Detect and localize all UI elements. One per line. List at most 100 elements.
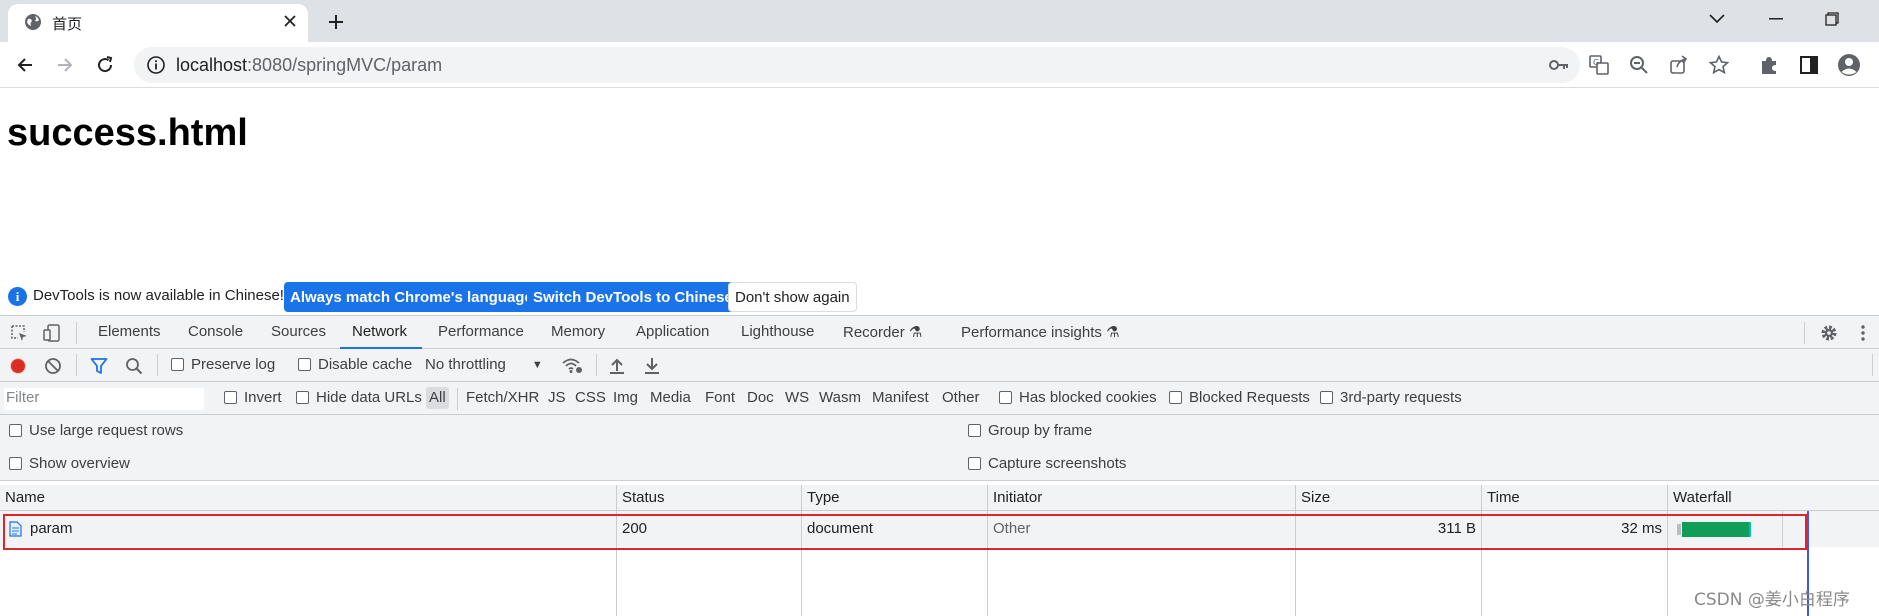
bookmark-star-icon[interactable] (1708, 54, 1730, 76)
extensions-puzzle-icon[interactable] (1757, 53, 1781, 77)
import-har-upload-icon[interactable] (606, 355, 628, 377)
type-filter-js[interactable]: JS (548, 389, 566, 406)
network-conditions-wifi-icon[interactable] (561, 354, 583, 376)
type-filter-manifest[interactable]: Manifest (872, 389, 929, 406)
checkbox-box[interactable] (9, 424, 22, 437)
column-divider[interactable] (987, 485, 988, 616)
group-by-frame-checkbox[interactable]: Group by frame (968, 422, 1092, 439)
column-time[interactable]: Time (1487, 489, 1520, 506)
blocked-requests-checkbox[interactable]: Blocked Requests (1169, 389, 1310, 406)
preserve-log-checkbox[interactable]: Preserve log (171, 356, 275, 373)
search-icon[interactable] (123, 355, 145, 377)
info-icon: i (8, 287, 27, 306)
export-har-download-icon[interactable] (641, 355, 663, 377)
checkbox-box[interactable] (968, 457, 981, 470)
column-divider[interactable] (1295, 485, 1296, 616)
type-filter-wasm[interactable]: Wasm (819, 389, 861, 406)
type-filter-ws[interactable]: WS (785, 389, 809, 406)
checkbox-box[interactable] (9, 457, 22, 470)
tab-application[interactable]: Application (636, 323, 709, 340)
disable-cache-checkbox[interactable]: Disable cache (298, 356, 412, 373)
tab-search-chevron-icon[interactable] (1697, 4, 1737, 34)
switch-to-chinese-button[interactable]: Switch DevTools to Chinese (527, 282, 739, 312)
back-icon[interactable] (10, 50, 40, 80)
devtools-tab-bar: Elements Console Sources Network Perform… (0, 315, 1879, 349)
reload-icon[interactable] (90, 50, 120, 80)
side-panel-icon[interactable] (1797, 53, 1821, 77)
type-filter-doc[interactable]: Doc (747, 389, 774, 406)
checkbox-box[interactable] (171, 358, 184, 371)
checkbox-box[interactable] (224, 391, 237, 404)
column-size[interactable]: Size (1301, 489, 1330, 506)
type-filter-media[interactable]: Media (650, 389, 691, 406)
column-name[interactable]: Name (5, 489, 45, 506)
type-filter-font[interactable]: Font (705, 389, 735, 406)
settings-gear-icon[interactable] (1818, 322, 1840, 344)
type-filter-fetch-xhr[interactable]: Fetch/XHR (466, 389, 539, 406)
column-type[interactable]: Type (807, 489, 840, 506)
filter-funnel-icon[interactable] (88, 355, 110, 377)
column-divider[interactable] (1481, 485, 1482, 616)
column-divider[interactable] (616, 485, 617, 616)
translate-icon[interactable]: G (1588, 54, 1610, 76)
device-toolbar-icon[interactable] (41, 322, 63, 344)
site-info-icon[interactable] (146, 55, 166, 75)
checkbox-box[interactable] (968, 424, 981, 437)
tab-console[interactable]: Console (188, 323, 243, 340)
third-party-requests-checkbox[interactable]: 3rd-party requests (1320, 389, 1462, 406)
tab-sources[interactable]: Sources (271, 323, 326, 340)
checkbox-box[interactable] (1320, 391, 1333, 404)
url-text[interactable]: localhost:8080/springMVC/param (176, 55, 442, 76)
zoom-out-icon[interactable] (1628, 54, 1650, 76)
type-filter-other[interactable]: Other (942, 389, 980, 406)
show-overview-checkbox[interactable]: Show overview (9, 455, 130, 472)
column-initiator[interactable]: Initiator (993, 489, 1042, 506)
column-status[interactable]: Status (622, 489, 665, 506)
type-filter-img[interactable]: Img (613, 389, 638, 406)
browser-tab[interactable]: 首页 (8, 4, 308, 42)
tab-performance-insights[interactable]: Performance insights ⚗ (961, 323, 1120, 341)
large-request-rows-checkbox[interactable]: Use large request rows (9, 422, 183, 439)
hide-data-urls-checkbox[interactable]: Hide data URLs (296, 389, 422, 406)
more-options-icon[interactable] (1852, 322, 1874, 344)
column-divider[interactable] (1667, 485, 1668, 616)
tab-recorder[interactable]: Recorder ⚗ (843, 323, 922, 341)
tab-title: 首页 (52, 15, 83, 33)
close-tab-icon[interactable] (278, 9, 302, 33)
dont-show-again-button[interactable]: Don't show again (728, 282, 857, 312)
toolbar-divider (1804, 322, 1805, 344)
column-divider[interactable] (801, 485, 802, 616)
restore-icon[interactable] (1812, 4, 1852, 34)
tab-network[interactable]: Network (352, 323, 407, 340)
has-blocked-cookies-checkbox[interactable]: Has blocked cookies (999, 389, 1157, 406)
invert-checkbox[interactable]: Invert (224, 389, 282, 406)
forward-icon[interactable] (50, 50, 80, 80)
capture-screenshots-checkbox[interactable]: Capture screenshots (968, 455, 1126, 472)
tab-performance[interactable]: Performance (438, 323, 524, 340)
key-icon[interactable] (1548, 54, 1570, 76)
type-filter-all[interactable]: All (426, 387, 449, 409)
filter-input[interactable]: Filter (4, 388, 204, 410)
checkbox-box[interactable] (999, 391, 1012, 404)
tab-memory[interactable]: Memory (551, 323, 605, 340)
new-tab-icon[interactable] (322, 8, 350, 36)
share-icon[interactable] (1668, 54, 1690, 76)
tab-lighthouse[interactable]: Lighthouse (741, 323, 814, 340)
record-icon[interactable] (7, 355, 29, 377)
tab-elements[interactable]: Elements (98, 323, 161, 340)
show-overview-label: Show overview (29, 455, 130, 472)
throttling-select[interactable]: No throttling ▼ (425, 356, 543, 373)
column-waterfall[interactable]: Waterfall (1673, 489, 1732, 506)
type-filter-css[interactable]: CSS (575, 389, 606, 406)
clear-icon[interactable] (42, 355, 64, 377)
checkbox-box[interactable] (1169, 391, 1182, 404)
address-bar[interactable]: localhost:8080/springMVC/param G (134, 47, 1729, 83)
dropdown-arrow-icon: ▼ (531, 358, 543, 371)
checkbox-box[interactable] (298, 358, 311, 371)
match-language-button[interactable]: Always match Chrome's language (284, 282, 539, 312)
minimize-icon[interactable] (1756, 4, 1796, 34)
checkbox-box[interactable] (296, 391, 309, 404)
toolbar-divider (596, 354, 597, 376)
profile-avatar-icon[interactable] (1837, 53, 1861, 77)
inspect-element-icon[interactable] (8, 322, 30, 344)
